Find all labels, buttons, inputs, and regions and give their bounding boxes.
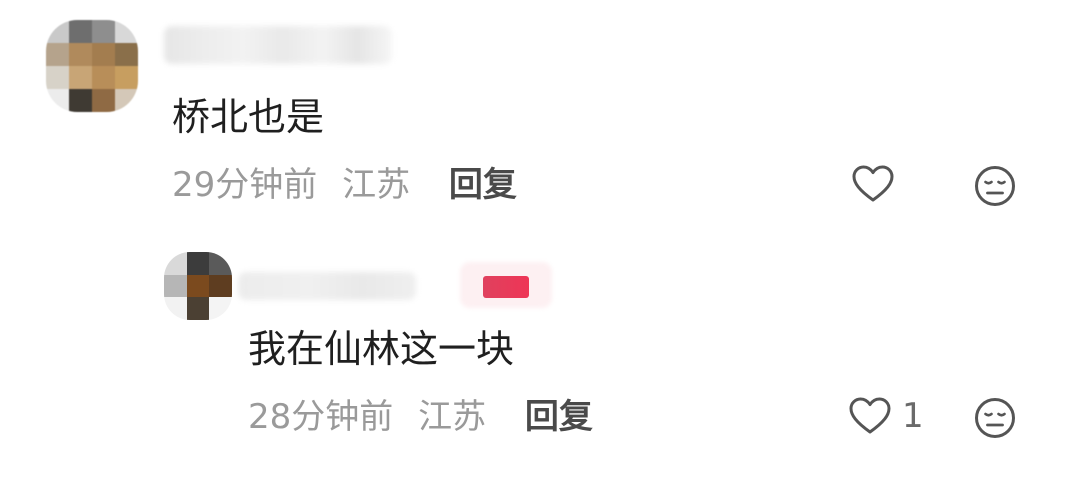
reply-button[interactable]: 回复 — [525, 400, 593, 434]
avatar[interactable] — [164, 252, 232, 320]
avatar-pixel — [69, 43, 92, 66]
avatar-pixel — [92, 66, 115, 89]
comment-time: 28分钟前 — [248, 397, 394, 437]
like-count: 1 — [902, 396, 924, 436]
avatar-pixel — [164, 297, 187, 320]
avatar-pixel — [164, 274, 187, 298]
avatar-pixel — [69, 89, 92, 112]
comment-location: 江苏 — [342, 165, 411, 205]
comment-meta: 28分钟前 江苏 回复 — [248, 400, 593, 434]
avatar-pixel — [69, 66, 92, 89]
avatar-pixel — [46, 89, 69, 112]
comment-location: 江苏 — [418, 397, 487, 437]
avatar-pixel — [186, 297, 210, 320]
username-redacted[interactable] — [238, 272, 416, 300]
heart-outline-icon — [849, 397, 891, 434]
avatar-pixel — [115, 43, 138, 66]
avatar-pixel — [209, 274, 232, 298]
avatar-pixel — [46, 66, 69, 89]
heart-outline-icon — [852, 165, 894, 202]
avatar-pixel — [115, 20, 138, 43]
avatar-pixel — [186, 274, 210, 298]
comment-time: 29分钟前 — [172, 165, 318, 205]
meh-face-icon — [975, 166, 1015, 206]
avatar-pixel — [92, 89, 115, 112]
avatar-pixel — [92, 43, 115, 66]
meh-face-icon — [975, 398, 1015, 438]
comment-text: 我在仙林这一块 — [248, 327, 515, 371]
avatar-pixel — [115, 89, 138, 112]
avatar-pixel — [115, 66, 138, 89]
dislike-button[interactable] — [974, 165, 1016, 207]
avatar[interactable] — [46, 20, 138, 112]
avatar-pixel — [46, 43, 69, 66]
avatar-pixel — [46, 20, 69, 43]
avatar-pixel — [164, 252, 187, 275]
dislike-button[interactable] — [974, 397, 1016, 439]
comment-text: 桥北也是 — [172, 95, 325, 139]
comment-meta: 29分钟前 江苏 回复 — [172, 168, 517, 202]
avatar-pixel — [92, 20, 115, 43]
username-redacted[interactable] — [164, 26, 392, 64]
avatar-pixel — [186, 252, 210, 275]
reply-button[interactable]: 回复 — [449, 168, 517, 202]
like-button[interactable]: 1 — [848, 396, 924, 436]
avatar-pixel — [209, 252, 232, 275]
avatar-pixel — [209, 297, 232, 320]
avatar-pixel — [69, 20, 92, 43]
author-badge-mark — [483, 276, 529, 298]
like-button[interactable] — [851, 164, 895, 204]
